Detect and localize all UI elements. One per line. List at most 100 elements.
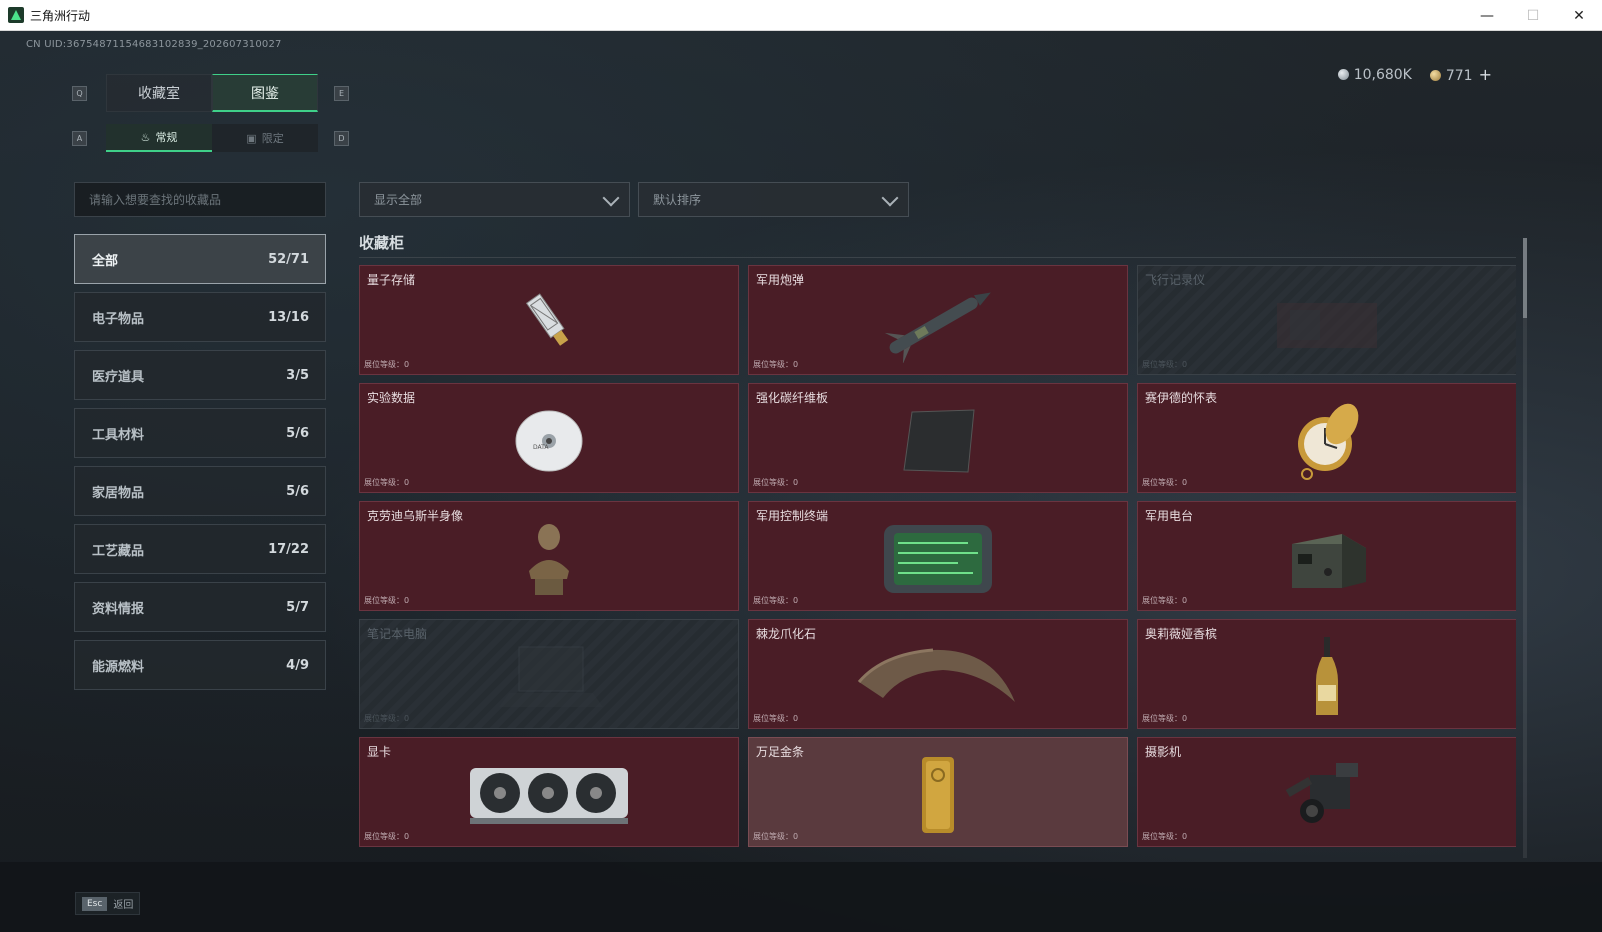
tab-catalog[interactable]: 图鉴 (212, 74, 318, 112)
category-tools[interactable]: 工具材料 5/6 (74, 408, 326, 458)
champagne-bottle-icon (1312, 635, 1342, 723)
bust-icon (519, 519, 579, 603)
tab-regular[interactable]: ♨ 常规 (106, 124, 212, 152)
sub-tabs: ♨ 常规 ▣ 限定 (106, 124, 318, 152)
collection-grid-viewport: 量子存储 展位等级：0 军用炮弹 展位等级：0 飞行记录仪 展位等级：0 实验数据 DATA 展… (359, 265, 1516, 862)
sort-dropdown[interactable]: 默认排序 (638, 182, 909, 217)
app-main: CN UID:36754871154683102839_202607310027… (0, 31, 1602, 932)
radio-icon (1282, 524, 1372, 598)
category-label: 能源燃料 (92, 659, 145, 675)
collection-item-card[interactable]: 军用炮弹展位等级：0 (748, 265, 1128, 375)
collection-item-card[interactable]: 军用电台展位等级：0 (1137, 501, 1516, 611)
collection-item-card[interactable]: 显卡 展位等级：0 (359, 737, 739, 847)
category-intel[interactable]: 资料情报 5/7 (74, 582, 326, 632)
category-household[interactable]: 家居物品 5/6 (74, 466, 326, 516)
item-name: 军用炮弹 (756, 273, 805, 287)
booth-level: 展位等级：0 (753, 360, 799, 369)
category-energy[interactable]: 能源燃料 4/9 (74, 640, 326, 690)
booth-level: 展位等级：0 (364, 360, 410, 369)
claw-fossil-icon (853, 642, 1023, 716)
item-name: 强化碳纤维板 (756, 391, 829, 405)
category-count: 13/16 (268, 309, 309, 325)
section-divider (359, 257, 1516, 258)
key-hint-q: Q (72, 86, 87, 101)
silver-coin-icon (1337, 68, 1349, 80)
category-list: 全部 52/71 电子物品 13/16 医疗道具 3/5 工具材料 5/6 家居物品 5/… (74, 234, 326, 698)
booth-level: 展位等级：0 (753, 596, 799, 605)
gold-amount: 771 (1445, 68, 1473, 84)
scrollbar-thumb[interactable] (1523, 238, 1527, 318)
category-label: 工艺藏品 (92, 543, 145, 559)
booth-level: 展位等级：0 (1142, 596, 1188, 605)
chevron-down-icon (602, 189, 620, 207)
item-name: 实验数据 (367, 391, 416, 405)
collection-item-card[interactable]: 飞行记录仪展位等级：0 (1137, 265, 1516, 375)
category-count: 5/6 (286, 483, 309, 499)
category-all[interactable]: 全部 52/71 (74, 234, 326, 284)
item-name: 量子存储 (367, 273, 416, 287)
category-label: 资料情报 (92, 601, 145, 617)
window-controls: — ☐ ✕ (1464, 0, 1602, 31)
category-count: 4/9 (286, 657, 309, 673)
collection-item-card[interactable]: 笔记本电脑展位等级：0 (359, 619, 739, 729)
item-name: 克劳迪乌斯半身像 (367, 509, 464, 523)
collection-item-card[interactable]: 万足金条 展位等级：0 (748, 737, 1128, 847)
silver-currency: 10,680K (1337, 66, 1412, 83)
filter-dropdown[interactable]: 显示全部 (359, 182, 630, 217)
booth-level: 展位等级：0 (1142, 714, 1188, 723)
collection-item-card[interactable]: 摄影机展位等级：0 (1137, 737, 1516, 847)
booth-level: 展位等级：0 (1142, 832, 1188, 841)
booth-level: 展位等级：0 (753, 832, 799, 841)
control-terminal-icon (878, 519, 998, 603)
tab-limited[interactable]: ▣ 限定 (212, 124, 318, 152)
silver-amount: 10,680K (1353, 66, 1412, 83)
missile-icon (873, 283, 1003, 367)
booth-level: 展位等级：0 (1142, 360, 1188, 369)
back-button[interactable]: Esc 返回 (75, 892, 141, 915)
item-name: 赛伊德的怀表 (1145, 391, 1218, 405)
collection-item-card[interactable]: 克劳迪乌斯半身像 展位等级：0 (359, 501, 739, 611)
item-name: 笔记本电脑 (367, 627, 428, 641)
window-titlebar: 三角洲行动 — ☐ ✕ (0, 0, 1602, 31)
item-name: 摄影机 (1145, 745, 1182, 759)
collection-item-card[interactable]: 强化碳纤维板展位等级：0 (748, 383, 1128, 493)
app-logo-icon (8, 7, 24, 23)
category-medical[interactable]: 医疗道具 3/5 (74, 350, 326, 400)
collection-item-card[interactable]: 赛伊德的怀表展位等级：0 (1137, 383, 1516, 493)
tab-collection-room[interactable]: 收藏室 (106, 74, 212, 112)
booth-level: 展位等级：0 (1142, 478, 1188, 487)
category-label: 医疗道具 (92, 369, 145, 385)
sort-dropdown-value: 默认排序 (653, 193, 702, 207)
item-name: 军用电台 (1145, 509, 1194, 523)
search-input[interactable]: 请输入想要查找的收藏品 (74, 182, 326, 217)
main-tabs: 收藏室 图鉴 (106, 74, 318, 112)
tab-limited-label: 限定 (261, 132, 284, 145)
collection-item-card[interactable]: 奥莉薇娅香槟 展位等级：0 (1137, 619, 1516, 729)
collection-item-card[interactable]: 棘龙爪化石 展位等级：0 (748, 619, 1128, 729)
svg-text:DATA: DATA (533, 444, 549, 451)
minimize-button[interactable]: — (1464, 0, 1510, 31)
booth-level: 展位等级：0 (364, 478, 410, 487)
collection-item-card[interactable]: 军用控制终端 展位等级：0 (748, 501, 1128, 611)
key-hint-a: A (72, 131, 87, 146)
image-icon: ▣ (246, 131, 257, 145)
collection-item-card[interactable]: 实验数据 DATA 展位等级：0 (359, 383, 739, 493)
graphics-card-icon (464, 760, 634, 834)
close-button[interactable]: ✕ (1556, 0, 1602, 31)
collection-item-card[interactable]: 量子存储展位等级：0 (359, 265, 739, 375)
pocket-watch-icon (1287, 396, 1367, 490)
item-name: 飞行记录仪 (1145, 273, 1206, 287)
carbon-plate-icon (898, 406, 978, 480)
currency-bar: 10,680K 771 + (1337, 65, 1492, 84)
booth-level: 展位等级：0 (753, 478, 799, 487)
key-hint-e: E (334, 86, 349, 101)
category-electronics[interactable]: 电子物品 13/16 (74, 292, 326, 342)
gold-currency: 771 + (1429, 65, 1492, 84)
chevron-down-icon (881, 189, 899, 207)
maximize-button[interactable]: ☐ (1510, 0, 1556, 31)
add-currency-button[interactable]: + (1479, 65, 1492, 84)
category-crafts[interactable]: 工艺藏品 17/22 (74, 524, 326, 574)
grid-scrollbar[interactable] (1523, 238, 1527, 858)
booth-level: 展位等级：0 (364, 714, 410, 723)
category-count: 3/5 (286, 367, 309, 383)
